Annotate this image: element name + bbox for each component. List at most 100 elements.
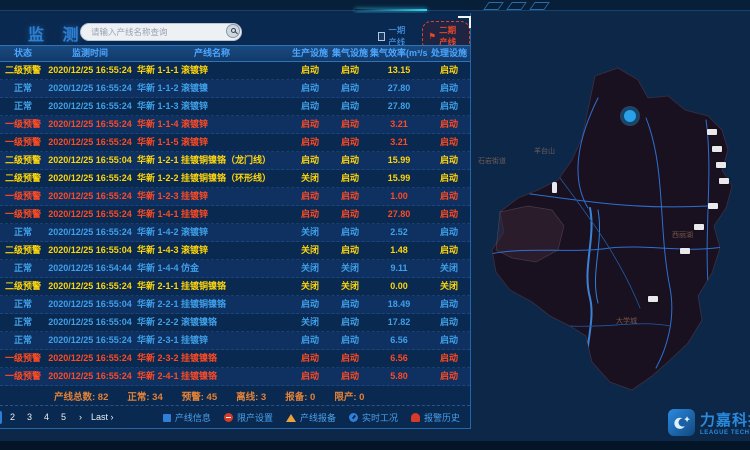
time-cell: 2020/12/25 16:55:24 (46, 116, 134, 133)
column-header: 生产设施 (290, 46, 330, 61)
efficiency-cell: 3.21 (370, 134, 428, 151)
table-row[interactable]: 二级预警2020/12/25 16:55:04华新 1-2-1 挂镀铜镍铬（龙门… (0, 152, 470, 170)
table-row[interactable]: 正常2020/12/25 16:55:24华新 1-1-3 滚镀锌启动启动27.… (0, 98, 470, 116)
line-name-cell: 华新 2-3-1 挂镀锌 (134, 332, 290, 349)
page-title: 监 测 (28, 21, 85, 45)
gas-collection-cell: 启动 (330, 332, 370, 349)
gas-collection-cell: 启动 (330, 188, 370, 205)
column-header: 产线名称 (134, 46, 290, 61)
legend-realtime-status[interactable]: 实时工况 (349, 411, 398, 424)
production-facility-cell: 启动 (290, 152, 330, 169)
legend-limit-settings[interactable]: 限产设置 (224, 411, 273, 424)
table-row[interactable]: 二级预警2020/12/25 16:55:24华新 2-1-1 挂镀铜镍铬关闭关… (0, 278, 470, 296)
table-row[interactable]: 一级预警2020/12/25 16:55:24华新 1-4-1 挂镀锌启动启动2… (0, 206, 470, 224)
table-row[interactable]: 正常2020/12/25 16:54:44华新 1-4-4 仿金关闭关闭9.11… (0, 260, 470, 278)
efficiency-cell: 3.21 (370, 116, 428, 133)
efficiency-cell: 17.82 (370, 314, 428, 331)
map-panel[interactable]: 羊台山石岩街道西丽湖大学城 (470, 13, 750, 440)
table-row[interactable]: 二级预警2020/12/25 16:55:24华新 1-2-2 挂镀铜镍铬（环形… (0, 170, 470, 188)
search-box (80, 22, 242, 40)
red-circle-icon (224, 413, 233, 422)
table-row[interactable]: 一级预警2020/12/25 16:55:24华新 2-4-1 挂镀镍铬启动启动… (0, 368, 470, 386)
logo-text: 力嘉科技 LEAGUE TECH (700, 409, 750, 436)
map-cluster-marker[interactable] (622, 108, 638, 124)
table-row[interactable]: 一级预警2020/12/25 16:55:24华新 1-1-5 滚镀锌启动启动3… (0, 134, 470, 152)
table-row[interactable]: 正常2020/12/25 16:55:04华新 2-2-1 挂镀铜镍铬启动启动1… (0, 296, 470, 314)
efficiency-cell: 15.99 (370, 170, 428, 187)
status-cell: 正常 (0, 80, 46, 97)
legend-alarm-history[interactable]: 报警历史 (411, 411, 460, 424)
gas-collection-cell: 启动 (330, 152, 370, 169)
status-cell: 二级预警 (0, 152, 46, 169)
next-page-button[interactable]: › (74, 411, 87, 424)
line-name-cell: 华新 2-1-1 挂镀铜镍铬 (134, 278, 290, 295)
legend-line-info[interactable]: 产线信息 (163, 411, 211, 424)
search-button[interactable] (226, 24, 240, 38)
treatment-cell: 启动 (428, 314, 470, 331)
efficiency-cell: 18.49 (370, 296, 428, 313)
gas-collection-cell: 启动 (330, 80, 370, 97)
treatment-cell: 启动 (428, 242, 470, 259)
logo-icon (668, 409, 695, 436)
road-sign-marker (648, 296, 658, 302)
search-icon (231, 28, 236, 33)
summary-item: 预警: 45 (182, 389, 217, 403)
treatment-cell: 启动 (428, 134, 470, 151)
production-facility-cell: 关闭 (290, 242, 330, 259)
page-button[interactable]: 1 (0, 411, 2, 424)
efficiency-cell: 6.56 (370, 332, 428, 349)
last-page-button[interactable]: Last › (91, 411, 114, 424)
line-name-cell: 华新 1-2-2 挂镀铜镍铬（环形线） (134, 170, 290, 187)
blue-square-icon (163, 414, 171, 422)
line-name-cell: 华新 1-1-3 滚镀锌 (134, 98, 290, 115)
legend-label: 报警历史 (424, 411, 460, 424)
search-input[interactable] (80, 23, 242, 41)
table-row[interactable]: 正常2020/12/25 16:55:24华新 2-3-1 挂镀锌启动启动6.5… (0, 332, 470, 350)
table-row[interactable]: 一级预警2020/12/25 16:55:24华新 1-1-4 滚镀锌启动启动3… (0, 116, 470, 134)
production-facility-cell: 启动 (290, 332, 330, 349)
page-button[interactable]: 4 (40, 411, 53, 424)
efficiency-cell: 0.00 (370, 278, 428, 295)
time-cell: 2020/12/25 16:55:04 (46, 152, 134, 169)
page-button[interactable]: 5 (57, 411, 70, 424)
table-row[interactable]: 二级预警2020/12/25 16:55:24华新 1-1-1 滚镀锌启动启动1… (0, 62, 470, 80)
table-row[interactable]: 一级预警2020/12/25 16:55:24华新 1-2-3 挂镀锌启动启动1… (0, 188, 470, 206)
line-name-cell: 华新 1-2-3 挂镀锌 (134, 188, 290, 205)
production-facility-cell: 关闭 (290, 314, 330, 331)
time-cell: 2020/12/25 16:55:24 (46, 80, 134, 97)
production-facility-cell: 关闭 (290, 260, 330, 277)
orange-triangle-icon (286, 414, 296, 422)
time-cell: 2020/12/25 16:55:24 (46, 170, 134, 187)
efficiency-cell: 27.80 (370, 206, 428, 223)
gas-collection-cell: 启动 (330, 170, 370, 187)
efficiency-cell: 1.00 (370, 188, 428, 205)
table-row[interactable]: 正常2020/12/25 16:55:24华新 1-1-2 滚镀镍启动启动27.… (0, 80, 470, 98)
treatment-cell: 启动 (428, 62, 470, 79)
road-sign-marker (719, 178, 729, 184)
page-button[interactable]: 2 (6, 411, 19, 424)
glow-line-decoration (355, 9, 427, 11)
efficiency-cell: 2.52 (370, 224, 428, 241)
treatment-cell: 启动 (428, 332, 470, 349)
status-cell: 一级预警 (0, 206, 46, 223)
road-sign-marker (694, 224, 704, 230)
efficiency-cell: 9.11 (370, 260, 428, 277)
district-map: 羊台山石岩街道西丽湖大学城 (470, 58, 750, 402)
production-facility-cell: 启动 (290, 62, 330, 79)
map-base-svg (470, 58, 750, 402)
table-row[interactable]: 正常2020/12/25 16:55:04华新 2-2-2 滚镀镍铬关闭启动17… (0, 314, 470, 332)
summary-stats-bar: 产线总数: 82正常: 34预警: 45离线: 3报备: 0限产: 0 (0, 386, 470, 405)
production-facility-cell: 启动 (290, 98, 330, 115)
table-row[interactable]: 正常2020/12/25 16:55:24华新 1-4-2 滚镀锌关闭启动2.5… (0, 224, 470, 242)
status-cell: 正常 (0, 224, 46, 241)
time-cell: 2020/12/25 16:55:24 (46, 188, 134, 205)
table-header-row: 状态监测时间产线名称生产设施集气设施集气效率(m³/s)处理设施 (0, 45, 470, 62)
page-button[interactable]: 3 (23, 411, 36, 424)
production-facility-cell: 启动 (290, 80, 330, 97)
column-header: 集气效率(m³/s) (370, 46, 428, 61)
map-label: 大学城 (616, 316, 637, 326)
table-row[interactable]: 一级预警2020/12/25 16:55:24华新 2-3-2 挂镀镍铬启动启动… (0, 350, 470, 368)
legend-line-report[interactable]: 产线报备 (286, 411, 336, 424)
legend-label: 产线信息 (175, 411, 211, 424)
table-row[interactable]: 二级预警2020/12/25 16:55:04华新 1-4-3 滚镀锌关闭启动1… (0, 242, 470, 260)
